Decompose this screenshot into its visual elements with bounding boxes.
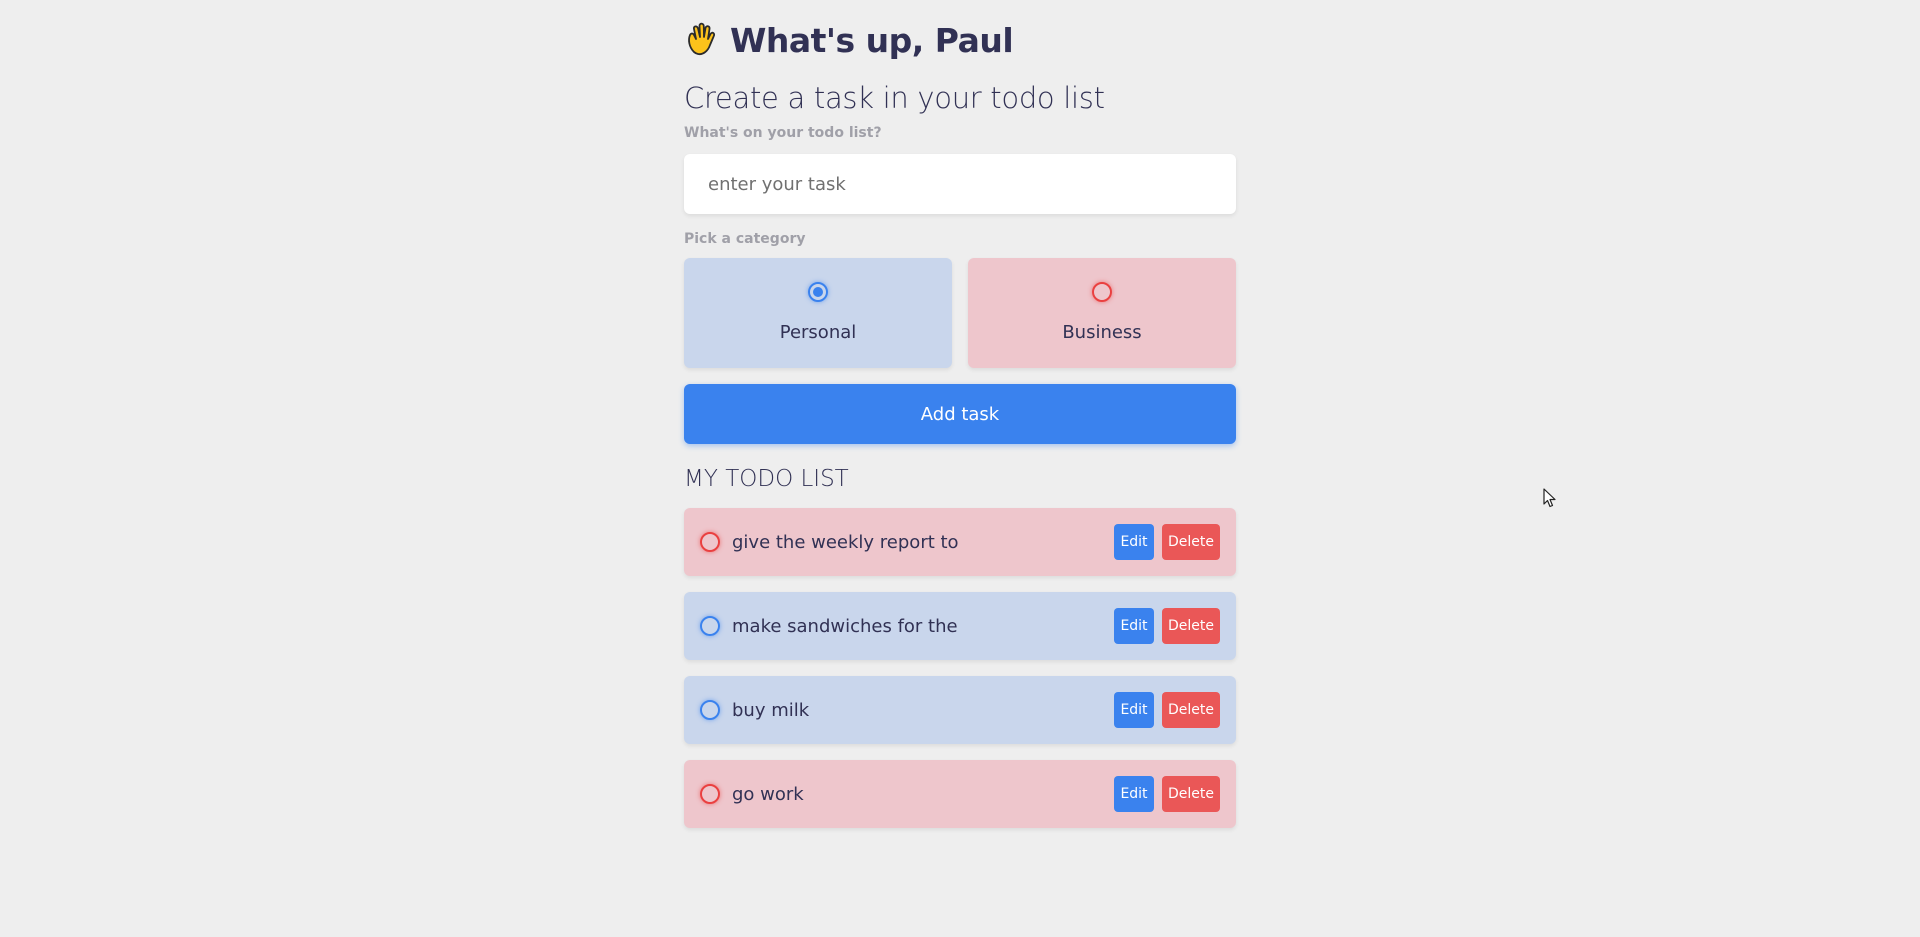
category-personal[interactable]: Personal	[684, 258, 952, 368]
delete-button[interactable]: Delete	[1162, 608, 1220, 644]
edit-button[interactable]: Edit	[1114, 524, 1154, 560]
edit-button[interactable]: Edit	[1114, 692, 1154, 728]
todo-item: Edit Delete	[684, 508, 1236, 576]
personal-radio[interactable]	[808, 282, 828, 302]
todo-app: What's up, Paul Create a task in your to…	[684, 0, 1236, 844]
delete-button[interactable]: Delete	[1162, 776, 1220, 812]
category-personal-label: Personal	[779, 322, 857, 343]
greeting-text: What's up, Paul	[730, 20, 1014, 60]
todo-actions: Edit Delete	[1114, 776, 1220, 812]
edit-button[interactable]: Edit	[1114, 608, 1154, 644]
todo-list: Edit Delete Edit Delete Edit Delete Ed	[684, 508, 1236, 828]
delete-button[interactable]: Delete	[1162, 524, 1220, 560]
todo-item: Edit Delete	[684, 592, 1236, 660]
todo-done-toggle[interactable]	[700, 700, 720, 720]
create-task-title: Create a task in your todo list	[684, 81, 1105, 115]
greeting: What's up, Paul	[684, 20, 1236, 60]
todo-actions: Edit Delete	[1114, 524, 1220, 560]
todo-item: Edit Delete	[684, 760, 1236, 828]
todo-text[interactable]	[732, 783, 958, 805]
category-picker: Personal Business	[684, 258, 1236, 368]
waving-hand-icon	[684, 22, 720, 58]
todo-item: Edit Delete	[684, 676, 1236, 744]
todo-actions: Edit Delete	[1114, 692, 1220, 728]
category-business[interactable]: Business	[968, 258, 1236, 368]
category-label: Pick a category	[684, 231, 806, 247]
task-field-label: What's on your todo list?	[684, 125, 882, 141]
business-radio[interactable]	[1092, 282, 1112, 302]
radio-selected-dot	[813, 287, 823, 297]
todo-done-toggle[interactable]	[700, 532, 720, 552]
delete-button[interactable]: Delete	[1162, 692, 1220, 728]
todo-text[interactable]	[732, 615, 958, 637]
todo-list-title: MY TODO LIST	[684, 466, 849, 492]
todo-actions: Edit Delete	[1114, 608, 1220, 644]
task-input[interactable]	[684, 154, 1236, 214]
todo-text[interactable]	[732, 531, 958, 553]
add-task-button[interactable]: Add task	[684, 384, 1236, 444]
mouse-cursor-icon	[1543, 488, 1556, 508]
edit-button[interactable]: Edit	[1114, 776, 1154, 812]
todo-done-toggle[interactable]	[700, 784, 720, 804]
todo-done-toggle[interactable]	[700, 616, 720, 636]
todo-text[interactable]	[732, 699, 958, 721]
category-business-label: Business	[1062, 322, 1142, 343]
